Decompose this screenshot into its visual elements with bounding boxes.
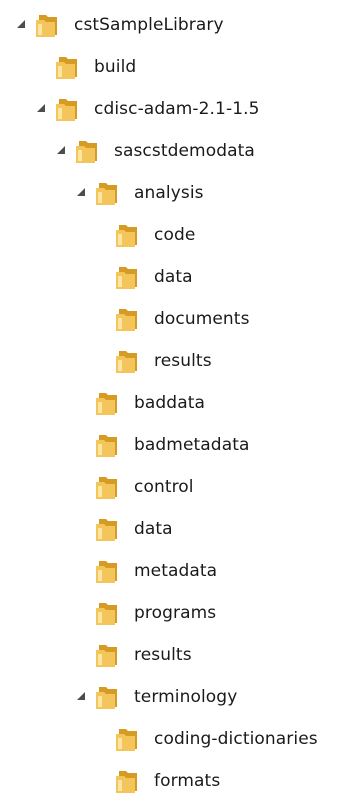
tree-node-label: results xyxy=(134,645,192,665)
folder-icon xyxy=(34,11,62,39)
folder-icon xyxy=(94,473,122,501)
folder-tree: cstSampleLibrary build cdisc-adam-2.1-1.5 s… xyxy=(0,0,362,796)
folder-icon xyxy=(54,53,82,81)
tree-node[interactable]: cstSampleLibrary xyxy=(14,4,224,46)
tree-node-label: terminology xyxy=(134,687,238,707)
tree-node-label: sascstdemodata xyxy=(114,141,255,161)
tree-node[interactable]: control xyxy=(74,466,194,508)
tree-node-label: control xyxy=(134,477,194,497)
tree-node[interactable]: data xyxy=(94,256,193,298)
folder-icon xyxy=(94,179,122,207)
tree-node[interactable]: build xyxy=(34,46,136,88)
tree-node[interactable]: results xyxy=(94,340,212,382)
tree-node-label: build xyxy=(94,57,137,77)
tree-node-label: data xyxy=(154,267,193,287)
tree-node[interactable]: documents xyxy=(94,298,250,340)
tree-node-label: cdisc-adam-2.1-1.5 xyxy=(94,99,260,119)
folder-icon xyxy=(114,221,142,249)
tree-node-label: documents xyxy=(154,309,250,329)
tree-node[interactable]: metadata xyxy=(74,550,217,592)
tree-node[interactable]: sascstdemodata xyxy=(54,130,255,172)
tree-node[interactable]: cdisc-adam-2.1-1.5 xyxy=(34,88,260,130)
tree-node-label: code xyxy=(154,225,196,245)
folder-icon xyxy=(114,725,142,753)
expand-arrow-icon[interactable] xyxy=(14,18,28,32)
tree-node[interactable]: code xyxy=(94,214,195,256)
tree-node[interactable]: baddata xyxy=(74,382,205,424)
folder-icon xyxy=(114,767,142,795)
folder-icon xyxy=(94,599,122,627)
folder-icon xyxy=(94,431,122,459)
tree-node-label: baddata xyxy=(134,393,205,413)
tree-node[interactable]: analysis xyxy=(74,172,204,214)
expand-arrow-icon[interactable] xyxy=(34,102,48,116)
tree-node-label: analysis xyxy=(134,183,204,203)
tree-node[interactable]: coding-dictionaries xyxy=(94,718,318,760)
folder-icon xyxy=(94,641,122,669)
folder-icon xyxy=(74,137,102,165)
tree-node-label: data xyxy=(134,519,173,539)
folder-icon xyxy=(54,95,82,123)
folder-icon xyxy=(114,305,142,333)
folder-icon xyxy=(94,515,122,543)
folder-icon xyxy=(94,557,122,585)
tree-node[interactable]: programs xyxy=(74,592,216,634)
expand-arrow-icon[interactable] xyxy=(74,186,88,200)
folder-icon xyxy=(94,683,122,711)
folder-icon xyxy=(114,347,142,375)
tree-node[interactable]: badmetadata xyxy=(74,424,250,466)
tree-node-label: metadata xyxy=(134,561,218,581)
expand-arrow-icon[interactable] xyxy=(74,690,88,704)
expand-arrow-icon[interactable] xyxy=(54,144,68,158)
tree-node-label: badmetadata xyxy=(134,435,250,455)
tree-node-label: cstSampleLibrary xyxy=(74,15,224,35)
tree-node-label: coding-dictionaries xyxy=(154,729,318,749)
tree-node[interactable]: data xyxy=(74,508,173,550)
folder-icon xyxy=(114,263,142,291)
tree-node[interactable]: results xyxy=(74,634,192,676)
folder-icon xyxy=(94,389,122,417)
tree-node[interactable]: terminology xyxy=(74,676,237,718)
tree-node-label: programs xyxy=(134,603,217,623)
tree-node-label: results xyxy=(154,351,212,371)
tree-node-label: formats xyxy=(154,771,221,791)
